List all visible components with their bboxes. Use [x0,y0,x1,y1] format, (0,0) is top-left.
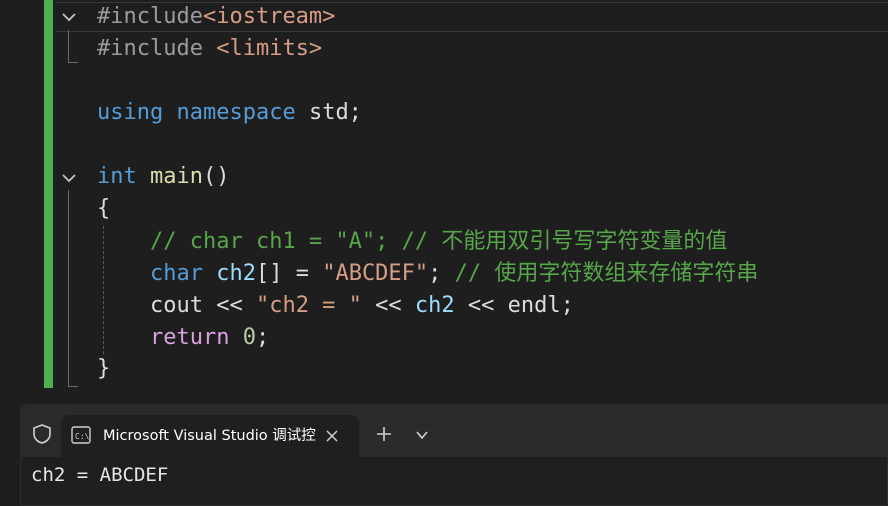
code-line-2[interactable]: #include <limits> [97,33,322,65]
code-token: <limits> [216,36,323,61]
code-token: // char ch1 = "A"; // 不能用双引号写字符变量的值 [149,229,728,254]
code-token: << [361,293,415,318]
chevron-down-icon[interactable] [415,427,429,441]
code-token: // 使用字符数组来存储字符串 [454,261,759,286]
code-token: std; [295,100,362,125]
terminal-output: ch2 = ABCDEF [31,464,169,486]
code-token: using [97,100,164,125]
fold-guide-line [68,190,69,386]
fold-guide-line [68,30,69,62]
code-line-1[interactable]: #include<iostream> [97,1,335,33]
code-editor[interactable]: #include<iostream> #include <limits> usi… [0,0,888,400]
code-token: ch2 [414,293,455,318]
code-token: return [149,325,230,350]
code-token: main [150,164,203,189]
console-icon: C:\ [71,426,91,444]
code-token: "ABCDEF" [322,261,429,286]
code-line-7[interactable]: { [97,193,110,225]
terminal-tab-bar: C:\ Microsoft Visual Studio 调试控 [21,405,887,457]
code-token: 0 [242,325,256,350]
code-token: "ch2 = " [255,293,362,318]
tab-title: Microsoft Visual Studio 调试控 [103,428,316,444]
code-token: ; [255,325,270,350]
code-token: namespace [176,100,296,125]
code-token: [] = [255,261,323,286]
code-token: << endl; [454,293,574,318]
fold-guide-end [68,386,78,387]
change-tracking-bar [44,0,53,388]
code-line-12[interactable]: } [97,353,110,385]
code-line-10[interactable]: cout << "ch2 = " << ch2 << endl; [97,290,574,322]
code-token: <iostream> [202,4,336,29]
code-line-9[interactable]: char ch2[] = "ABCDEF"; // 使用字符数组来存储字符串 [97,258,758,290]
code-token: ; [428,261,455,286]
fold-toggle-includes-icon[interactable] [60,8,78,26]
code-token: #include [97,4,203,29]
plus-icon[interactable] [375,425,393,443]
svg-text:C:\: C:\ [75,432,90,441]
shield-icon[interactable] [31,423,53,445]
code-line-6[interactable]: int main() [97,161,229,193]
code-line-11[interactable]: return 0; [97,322,269,354]
editor-margin [0,0,44,400]
code-token: cout << [149,293,256,318]
code-line-8[interactable]: // char ch1 = "A"; // 不能用双引号写字符变量的值 [97,226,727,258]
close-icon[interactable] [323,427,341,445]
fold-guide-end [68,62,78,63]
terminal-tab[interactable]: C:\ Microsoft Visual Studio 调试控 [61,415,359,457]
code-token: } [97,356,111,381]
fold-toggle-main-icon[interactable] [60,169,78,187]
terminal-window[interactable]: C:\ Microsoft Visual Studio 调试控 ch2 = AB… [20,404,888,506]
code-token: int [97,164,137,189]
code-token: char [149,261,203,286]
code-line-4[interactable]: using namespace std; [97,97,362,129]
code-token: ch2 [216,261,256,286]
code-token: () [202,164,230,189]
code-token: { [97,196,111,221]
code-token: #include [97,36,217,61]
